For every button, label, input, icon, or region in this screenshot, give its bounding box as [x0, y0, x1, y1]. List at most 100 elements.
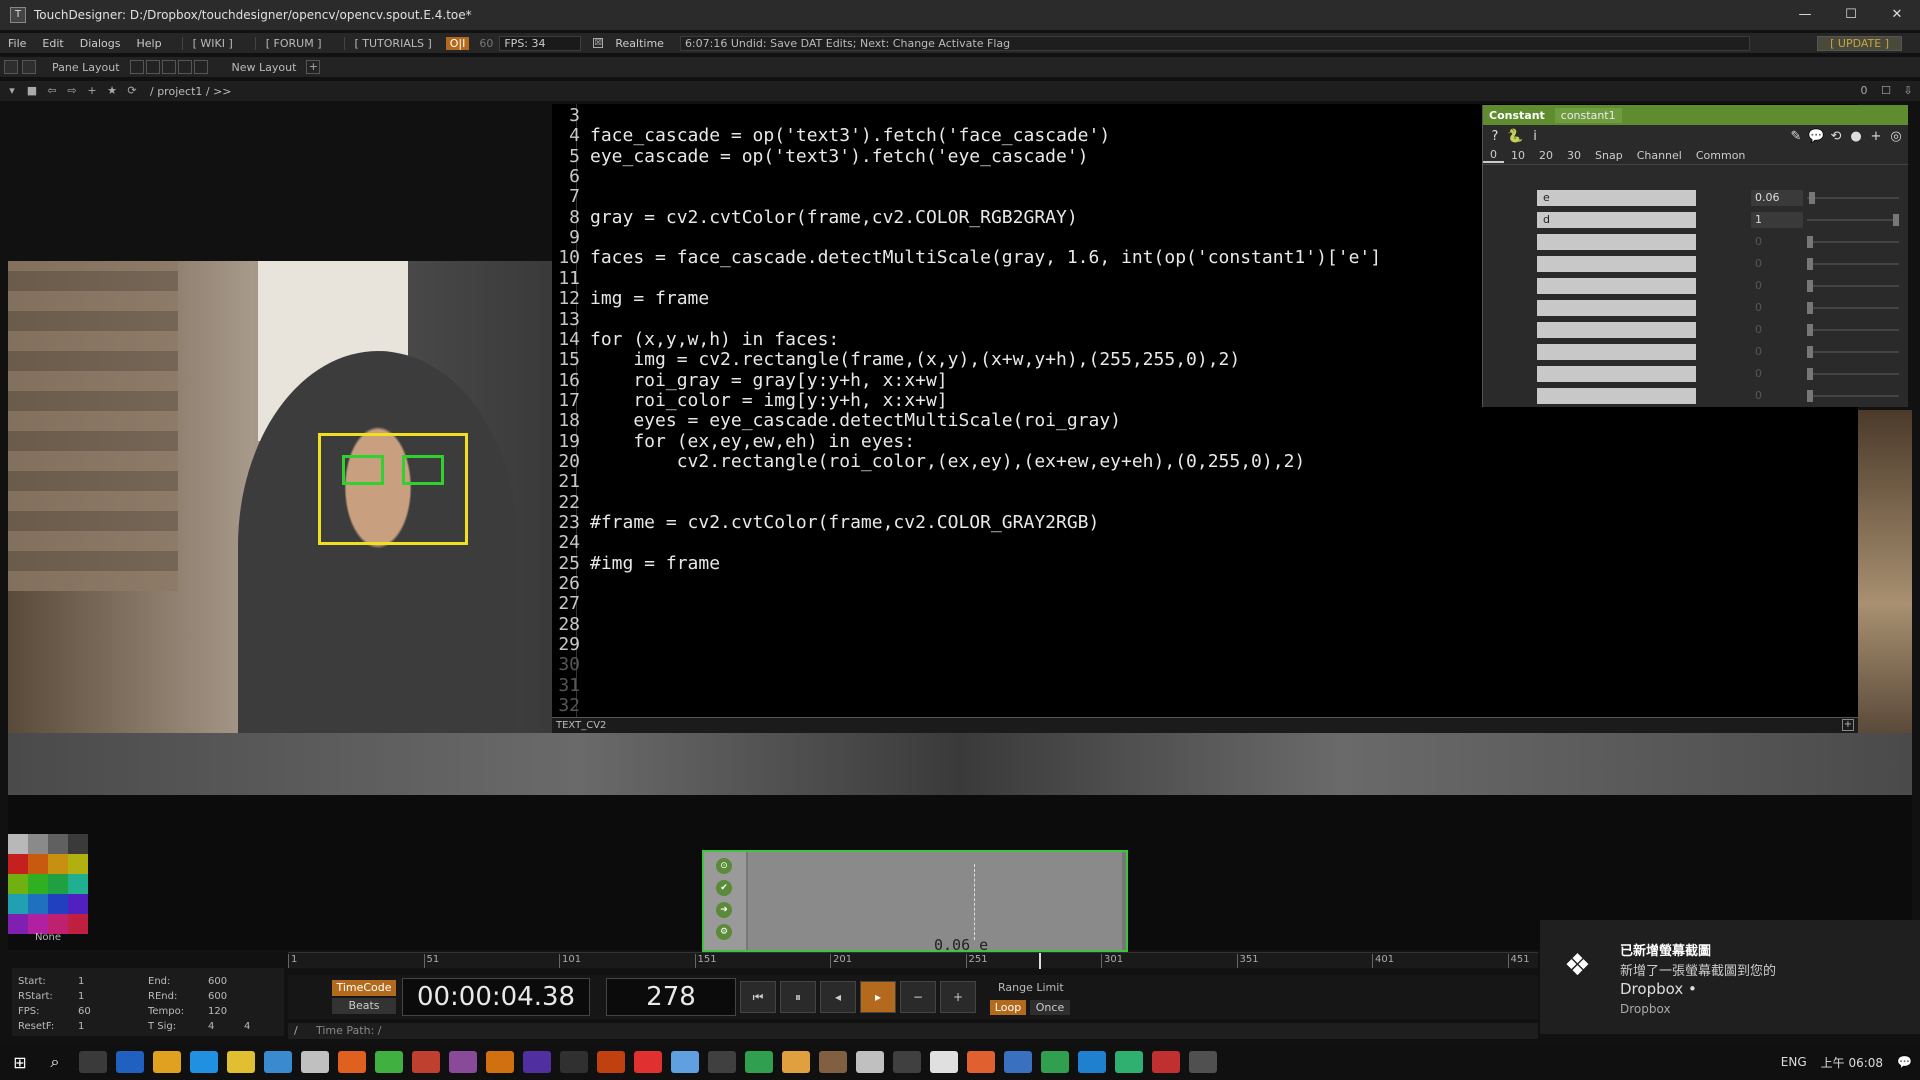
color-swatch[interactable] [68, 894, 88, 914]
help-icon[interactable]: ? [1487, 129, 1503, 144]
new-layout-label[interactable]: New Layout [232, 61, 297, 74]
taskbar-app-icon[interactable] [153, 1051, 181, 1073]
back-icon[interactable]: ⇦ [44, 84, 60, 98]
param-slider[interactable] [1807, 236, 1899, 248]
menu-edit[interactable]: Edit [34, 37, 71, 50]
tab-30[interactable]: 30 [1560, 149, 1588, 162]
code-text[interactable]: gray = cv2.cvtColor(frame,cv2.COLOR_RGB2… [590, 207, 1078, 228]
comment-icon[interactable]: 💬 [1808, 129, 1824, 144]
color-swatch[interactable] [8, 894, 28, 914]
color-swatch[interactable] [68, 834, 88, 854]
reset-icon[interactable]: ⟲ [1828, 129, 1844, 144]
code-line[interactable]: 28 [552, 614, 1858, 635]
code-text[interactable]: roi_color = img[y:y+h, x:x+w] [590, 390, 947, 411]
param-slider[interactable] [1807, 258, 1899, 270]
code-line[interactable]: 26 [552, 574, 1858, 594]
color-swatch[interactable] [48, 914, 68, 934]
perform-mode-toggle[interactable]: O|I [445, 36, 470, 50]
code-text[interactable]: cv2.rectangle(roi_color,(ex,ey),(ex+ew,e… [590, 451, 1306, 472]
tab-0[interactable]: 0 [1483, 148, 1504, 163]
time-path-slash[interactable]: / [294, 1023, 298, 1039]
menu-file[interactable]: File [0, 37, 34, 50]
slider-handle[interactable] [1807, 368, 1813, 380]
layout-split-h-button[interactable] [161, 60, 176, 74]
taskbar-app-icon[interactable] [264, 1051, 292, 1073]
param-slider[interactable] [1807, 280, 1899, 292]
language-indicator[interactable]: ENG [1781, 1055, 1807, 1069]
tab-10[interactable]: 10 [1504, 149, 1532, 162]
dropbox-notification[interactable]: ❖ 已新增螢幕截圖 新增了一張螢幕截圖到您的 Dropbox • Dropbox [1540, 920, 1920, 1034]
timeline-ruler[interactable]: 1 51 101 151 201 251 301 351 401 451 [288, 952, 1538, 969]
code-line[interactable]: 29 [552, 635, 1858, 655]
tsig-denominator[interactable]: 4 [244, 1021, 250, 1032]
taskbar-app-icon[interactable] [227, 1051, 255, 1073]
tutorials-link[interactable]: [ TUTORIALS ] [343, 36, 442, 50]
code-line[interactable]: 23 #frame = cv2.cvtColor(frame,cv2.COLOR_… [552, 513, 1858, 533]
pane-link-icon[interactable] [22, 60, 36, 74]
pane-view-icon[interactable] [4, 60, 18, 74]
slider-handle[interactable] [1808, 192, 1815, 204]
layout-triple-button[interactable] [177, 60, 192, 74]
param-value-field[interactable]: 0 [1751, 234, 1803, 250]
close-button[interactable]: ✕ [1874, 0, 1920, 30]
tempo-value[interactable]: 120 [208, 1006, 227, 1017]
pane-id-button[interactable]: 0 [1856, 84, 1872, 98]
taskbar-app-icon[interactable] [79, 1051, 107, 1073]
rstart-value[interactable]: 1 [78, 991, 84, 1002]
color-swatch[interactable] [28, 854, 48, 874]
color-swatch[interactable] [68, 914, 88, 934]
refresh-icon[interactable]: ⟳ [124, 84, 140, 98]
param-slider[interactable] [1807, 214, 1899, 226]
param-name-field[interactable] [1537, 322, 1696, 338]
code-line[interactable]: 27 [552, 594, 1858, 614]
step-minus-button[interactable]: − [900, 981, 936, 1013]
taskbar-app-icon[interactable] [449, 1051, 477, 1073]
taskbar-app-icon[interactable] [745, 1051, 773, 1073]
param-value-field[interactable]: 0 [1751, 256, 1803, 272]
add-icon[interactable]: + [84, 84, 100, 98]
taskbar-app-icon[interactable] [597, 1051, 625, 1073]
tsig-numerator[interactable]: 4 [208, 1021, 214, 1032]
code-text[interactable]: img = cv2.rectangle(frame,(x,y),(x+w,y+h… [590, 349, 1240, 370]
step-back-button[interactable]: ◂ [820, 981, 856, 1013]
param-value-field[interactable]: 0 [1751, 322, 1803, 338]
node-viewer-icon[interactable]: ⊙ [716, 858, 732, 874]
add-layout-button[interactable]: + [306, 60, 321, 74]
slider-handle[interactable] [1807, 302, 1813, 314]
realtime-checkbox[interactable]: ☒ [593, 38, 604, 48]
taskbar-app-icon[interactable] [819, 1051, 847, 1073]
search-icon[interactable]: ⌕ [40, 1052, 70, 1072]
editor-expand-button[interactable]: + [1842, 719, 1854, 731]
taskbar-app-icon[interactable] [856, 1051, 884, 1073]
taskbar-app-icon[interactable] [1004, 1051, 1032, 1073]
info-icon[interactable]: i [1527, 129, 1543, 144]
code-text[interactable]: eye_cascade = op('text3').fetch('eye_cas… [590, 146, 1089, 167]
loop-toggle[interactable]: Loop [990, 1000, 1026, 1015]
taskbar-app-icon[interactable] [708, 1051, 736, 1073]
color-swatch[interactable] [48, 854, 68, 874]
forward-icon[interactable]: ⇨ [64, 84, 80, 98]
param-value-field[interactable]: 0 [1751, 366, 1803, 382]
python-help-icon[interactable]: 🐍 [1507, 129, 1523, 144]
layout-quad-button[interactable] [193, 60, 208, 74]
code-text[interactable]: #img = frame [590, 553, 720, 574]
python-icon[interactable]: ● [1848, 129, 1864, 144]
color-swatch[interactable] [8, 914, 28, 934]
color-swatch[interactable] [28, 914, 48, 934]
param-value-field[interactable]: 0 [1751, 300, 1803, 316]
color-swatch[interactable] [28, 894, 48, 914]
color-swatch[interactable] [48, 874, 68, 894]
param-name-field[interactable] [1537, 366, 1696, 382]
color-swatch[interactable] [48, 894, 68, 914]
code-text[interactable]: #frame = cv2.cvtColor(frame,cv2.COLOR_GR… [590, 512, 1099, 533]
param-name-field[interactable] [1537, 256, 1696, 272]
code-line[interactable]: 21 [552, 472, 1858, 492]
tab-20[interactable]: 20 [1532, 149, 1560, 162]
code-text[interactable]: img = frame [590, 288, 709, 309]
pane-options-button[interactable]: ⇩ [1900, 84, 1916, 98]
color-swatch[interactable] [8, 874, 28, 894]
taskbar-app-icon[interactable] [930, 1051, 958, 1073]
taskbar-app-icon[interactable] [375, 1051, 403, 1073]
taskbar-app-icon[interactable] [412, 1051, 440, 1073]
param-value-field[interactable]: 0.06 [1751, 190, 1803, 206]
